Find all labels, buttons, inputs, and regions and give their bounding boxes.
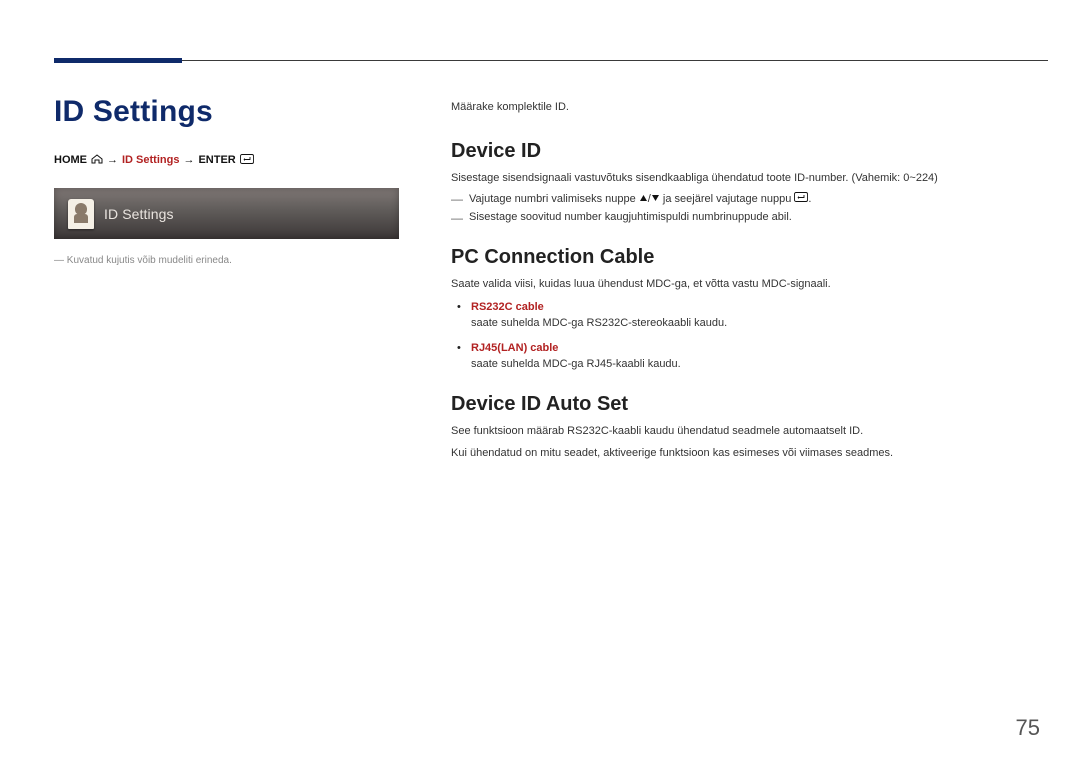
footnote-dash: ― xyxy=(54,255,67,266)
breadcrumb-current: ID Settings xyxy=(122,154,179,166)
enter-icon xyxy=(240,154,254,166)
pc-cable-list: RS232C cable saate suhelda MDC-ga RS232C… xyxy=(451,299,1031,373)
up-arrow-icon xyxy=(639,194,648,202)
pc-cable-desc: Saate valida viisi, kuidas luua ühendust… xyxy=(451,277,1031,293)
horizontal-rule xyxy=(54,60,1048,61)
id-badge-icon xyxy=(68,199,94,229)
ui-screenshot-panel: ID Settings xyxy=(54,188,399,239)
note2-text: Sisestage soovitud number kaugjuhtimispu… xyxy=(469,211,792,223)
auto-set-p1: See funktsioon määrab RS232C-kaabli kaud… xyxy=(451,424,1031,440)
footnote-left: ― Kuvatud kujutis võib mudeliti erineda. xyxy=(54,255,399,266)
section-heading-device-id: Device ID xyxy=(451,140,1031,163)
breadcrumb-arrow-2: → xyxy=(183,154,194,166)
section-heading-auto-set: Device ID Auto Set xyxy=(451,393,1031,416)
note1-part-a: Vajutage numbri valimiseks nuppe xyxy=(469,193,636,205)
page-number: 75 xyxy=(1016,715,1040,741)
note-dash-icon: ― xyxy=(451,192,463,206)
device-id-note-2: ― Sisestage soovitud number kaugjuhtimis… xyxy=(451,211,1031,225)
section-heading-pc-cable: PC Connection Cable xyxy=(451,246,1031,269)
note1-part-d: . xyxy=(808,193,811,205)
list-item-desc: saate suhelda MDC-ga RJ45-kaabli kaudu. xyxy=(471,358,681,370)
panel-label: ID Settings xyxy=(104,206,174,222)
list-item: RS232C cable saate suhelda MDC-ga RS232C… xyxy=(471,299,1031,332)
left-column: ID Settings HOME → ID Settings → ENTER I… xyxy=(54,95,399,266)
note-content: Vajutage numbri valimiseks nuppe / ja se… xyxy=(469,192,811,205)
enter-small-icon xyxy=(794,192,808,202)
breadcrumb-arrow-1: → xyxy=(107,154,118,166)
accent-rule xyxy=(54,58,182,63)
note-dash-icon: ― xyxy=(451,211,463,225)
list-item-title: RJ45(LAN) cable xyxy=(471,340,1031,357)
page-title: ID Settings xyxy=(54,95,399,129)
auto-set-p2: Kui ühendatud on mitu seadet, aktiveerig… xyxy=(451,446,1031,462)
list-item: RJ45(LAN) cable saate suhelda MDC-ga RJ4… xyxy=(471,340,1031,373)
breadcrumb: HOME → ID Settings → ENTER xyxy=(54,154,399,166)
device-id-desc: Sisestage sisendsignaali vastuvõtuks sis… xyxy=(451,171,1031,187)
list-item-title: RS232C cable xyxy=(471,299,1031,316)
footnote-text: Kuvatud kujutis võib mudeliti erineda. xyxy=(67,255,232,266)
intro-text: Määrake komplektile ID. xyxy=(451,100,1031,116)
device-id-note-1: ― Vajutage numbri valimiseks nuppe / ja … xyxy=(451,192,1031,206)
list-item-desc: saate suhelda MDC-ga RS232C-stereokaabli… xyxy=(471,317,727,329)
home-icon xyxy=(91,154,103,166)
right-column: Määrake komplektile ID. Device ID Sisest… xyxy=(451,100,1031,461)
breadcrumb-enter: ENTER xyxy=(198,154,235,166)
down-arrow-icon xyxy=(651,194,660,202)
breadcrumb-home: HOME xyxy=(54,154,87,166)
note1-part-c: ja seejärel vajutage nuppu xyxy=(663,193,791,205)
